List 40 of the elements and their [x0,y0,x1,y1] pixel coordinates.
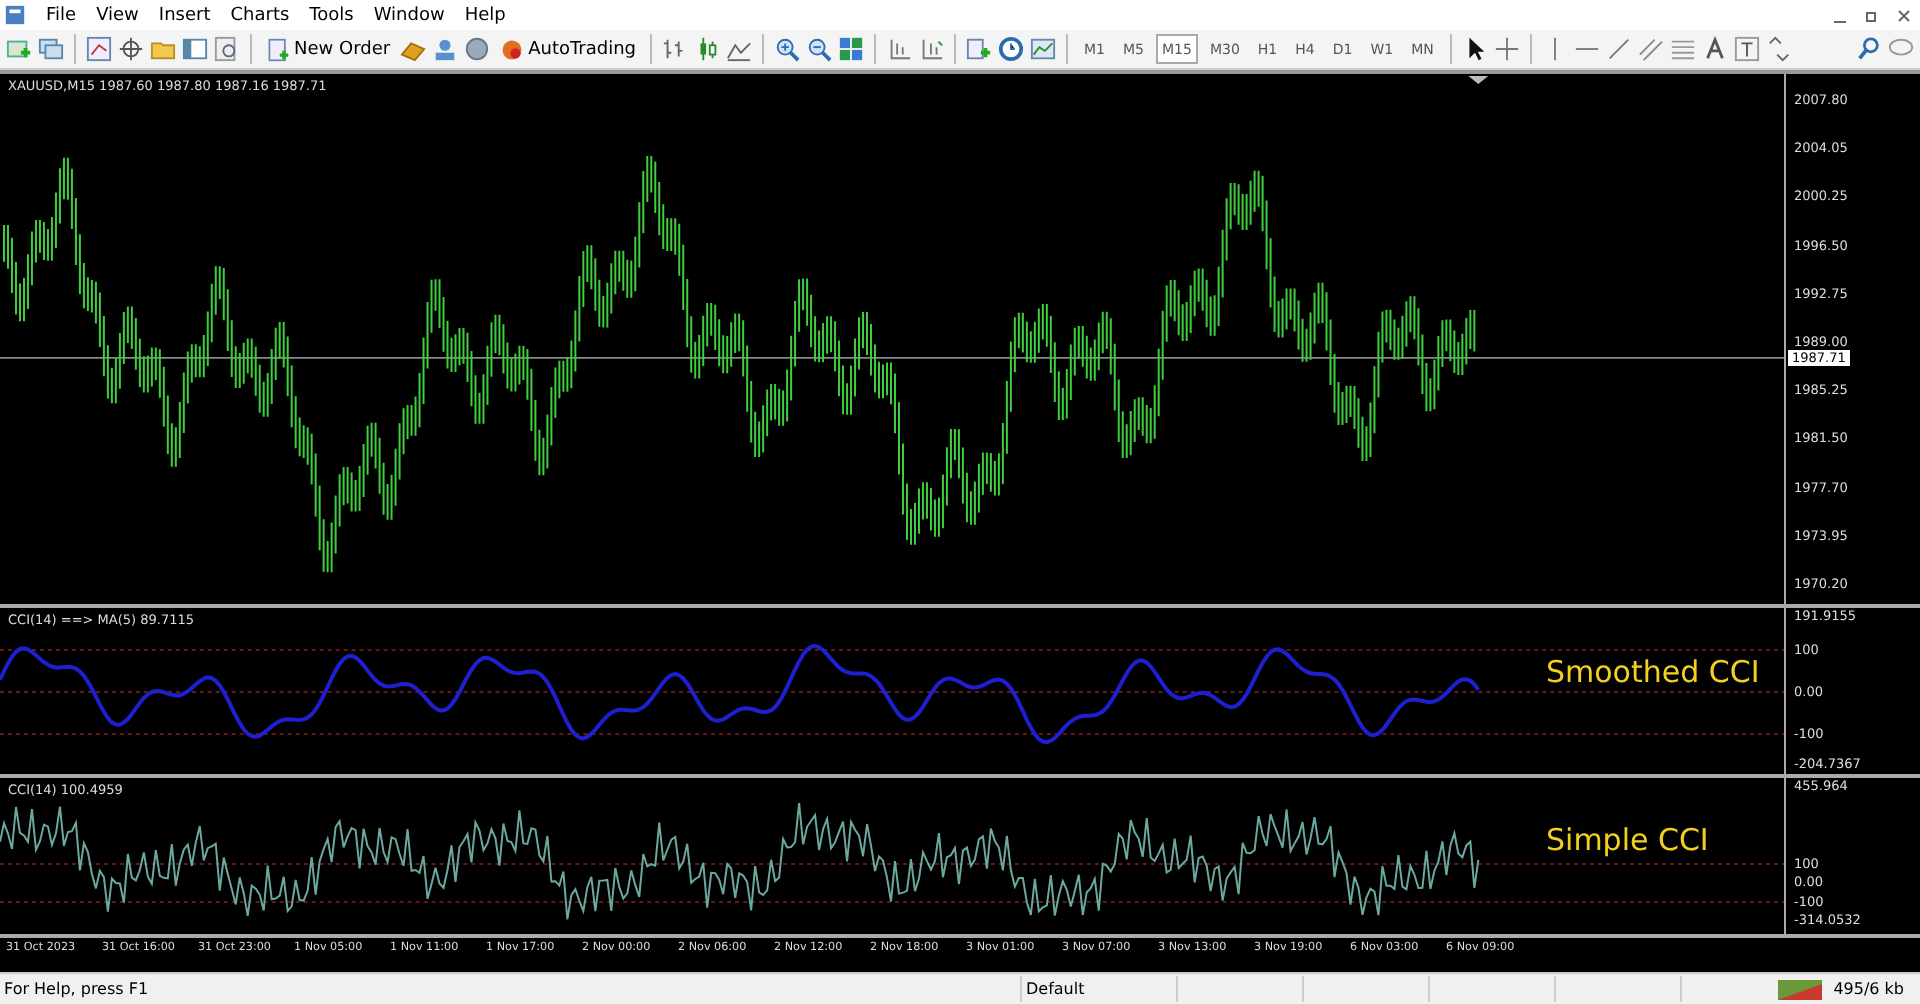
trendline-icon[interactable] [1605,36,1632,62]
chart-shift-icon[interactable] [886,36,912,62]
search-icon[interactable] [1856,36,1882,62]
zoom-in-icon[interactable] [774,36,800,62]
bar-chart-icon[interactable] [662,36,688,62]
menu-item[interactable]: View [88,5,151,25]
annotation-text: Smoothed CCI [1546,654,1760,691]
profile-name: Default [1022,976,1178,1002]
new-chart-icon[interactable] [6,36,32,62]
templates-icon[interactable] [1030,36,1056,62]
autotrading-button[interactable]: AutoTrading [496,32,640,66]
annotation-text: Simple CCI [1546,821,1709,858]
tile-windows-icon[interactable] [838,36,864,62]
menu-item[interactable]: Help [456,5,518,25]
menu-item[interactable]: Insert [150,5,223,25]
clock-icon[interactable] [998,36,1024,62]
profiles-icon[interactable] [38,36,64,62]
menu-item[interactable]: Window [365,5,457,25]
menu-item[interactable]: File [38,5,89,25]
connection-bars-icon [1777,979,1822,999]
status-help-text: For Help, press F1 [0,976,1022,1002]
menu-item[interactable]: Charts [222,5,302,25]
new-order-button[interactable]: New Order [262,32,395,66]
indicators-icon[interactable] [966,36,992,62]
new-order-icon [266,37,290,61]
zoom-out-icon[interactable] [806,36,832,62]
menu-item[interactable]: Tools [301,5,366,25]
traffic-text: 495/6 kb [1831,980,1906,998]
crosshair-icon[interactable] [1493,36,1520,62]
text-label-icon[interactable] [1701,36,1728,62]
text-box-icon[interactable] [1733,36,1760,62]
autoscroll-icon[interactable] [918,36,944,62]
channel-icon[interactable] [1637,36,1664,62]
crosshair-icon[interactable] [118,36,144,62]
shift-marker-icon[interactable] [1468,76,1489,84]
window-icon[interactable] [182,36,208,62]
autotrading-icon [500,37,525,61]
close-icon[interactable] [1896,7,1912,23]
arrows-icon[interactable] [1765,36,1792,62]
restore-icon[interactable] [1864,7,1880,23]
